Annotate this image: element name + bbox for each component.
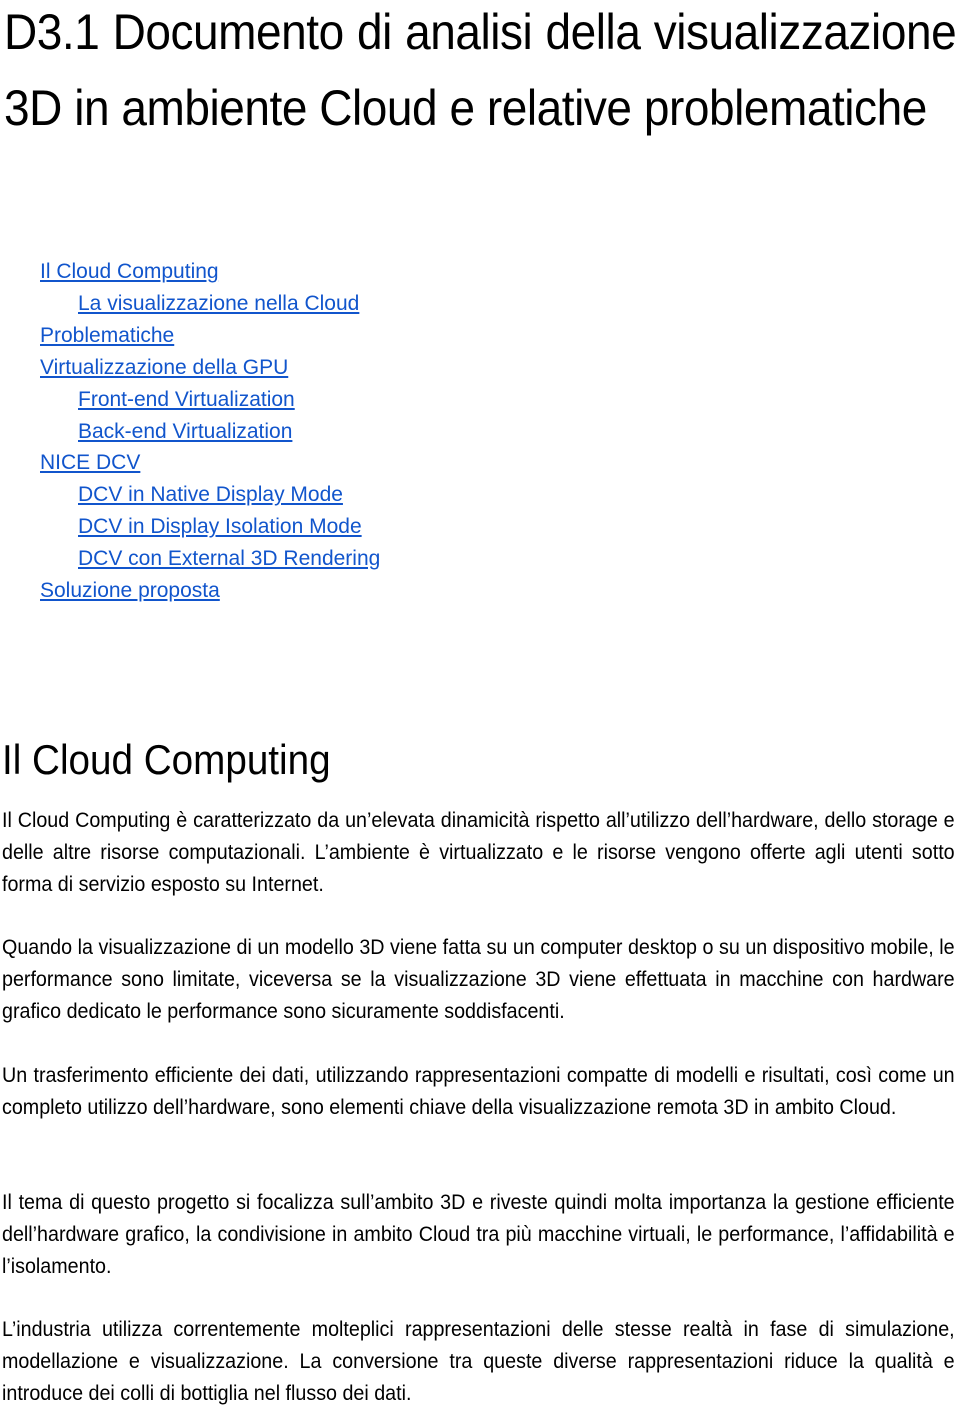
toc-link[interactable]: NICE DCV [40,447,380,479]
toc-link[interactable]: Back-end Virtualization [78,416,380,448]
paragraph: Il Cloud Computing è caratterizzato da u… [2,808,955,896]
toc-link[interactable]: DCV in Display Isolation Mode [78,511,380,543]
toc-link[interactable]: DCV in Native Display Mode [78,479,380,511]
paragraph: Un trasferimento efficiente dei dati, ut… [2,1063,955,1119]
section-heading: Il Cloud Computing [2,736,331,783]
paragraph: Quando la visualizzazione di un modello … [2,935,955,1023]
paragraph: Il tema di questo progetto si focalizza … [2,1190,955,1278]
toc-link[interactable]: Problematiche [40,320,380,352]
table-of-contents: Il Cloud Computing La visualizzazione ne… [40,256,380,607]
toc-link[interactable]: Soluzione proposta [40,575,380,607]
paragraph: L’industria utilizza correntemente molte… [2,1317,955,1405]
toc-link[interactable]: Il Cloud Computing [40,256,380,288]
toc-link[interactable]: Virtualizzazione della GPU [40,352,380,384]
toc-link[interactable]: La visualizzazione nella Cloud [78,288,380,320]
document-title: D3.1 Documento di analisi della visualiz… [4,4,957,136]
toc-link[interactable]: DCV con External 3D Rendering [78,543,380,575]
toc-link[interactable]: Front-end Virtualization [78,384,380,416]
